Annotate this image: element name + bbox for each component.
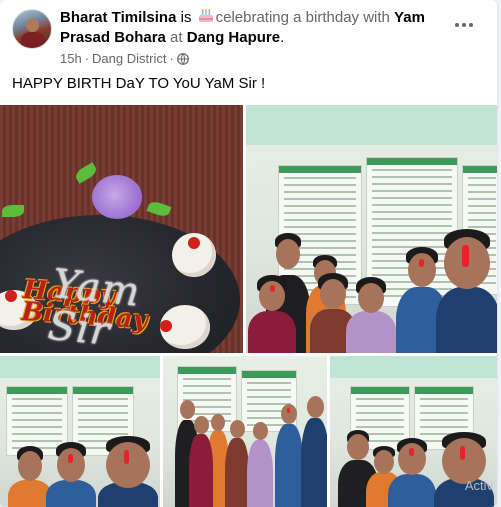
post-header-text: Bharat Timilsina is celebrating a birthd… bbox=[60, 8, 440, 48]
location-link[interactable]: Dang Hapure bbox=[187, 29, 280, 46]
author-name[interactable]: Bharat Timilsina bbox=[60, 9, 176, 26]
period-text: . bbox=[280, 29, 285, 46]
photo-group-1[interactable] bbox=[246, 105, 497, 353]
photo-group-3[interactable] bbox=[163, 356, 327, 507]
is-text: is bbox=[176, 9, 196, 26]
activity-text: celebrating a birthday with bbox=[215, 9, 395, 26]
at-text: at bbox=[165, 29, 187, 46]
post-place: Dang District bbox=[92, 51, 167, 66]
watermark-text: Activ bbox=[464, 478, 493, 493]
meta-separator: · bbox=[84, 51, 90, 66]
photo-cake[interactable]: Happy Birthday Yam Sir bbox=[0, 105, 243, 353]
post-message: HAPPY BIRTH DaY TO YoU YaM Sir ! bbox=[12, 75, 266, 92]
photo-group-2[interactable] bbox=[0, 356, 160, 507]
globe-icon[interactable] bbox=[176, 53, 189, 65]
post-time[interactable]: 15h bbox=[60, 51, 82, 67]
photo-group-4[interactable]: Activ bbox=[330, 356, 497, 507]
author-avatar[interactable] bbox=[12, 9, 52, 49]
cake-writing: Yam Sir bbox=[45, 260, 143, 353]
post-meta: 15h · Dang District · bbox=[60, 51, 189, 67]
post-card: Bharat Timilsina is celebrating a birthd… bbox=[0, 0, 497, 507]
birthday-cake-icon bbox=[198, 9, 213, 22]
more-options-icon[interactable] bbox=[449, 12, 479, 38]
meta-separator-2: · bbox=[169, 51, 174, 66]
